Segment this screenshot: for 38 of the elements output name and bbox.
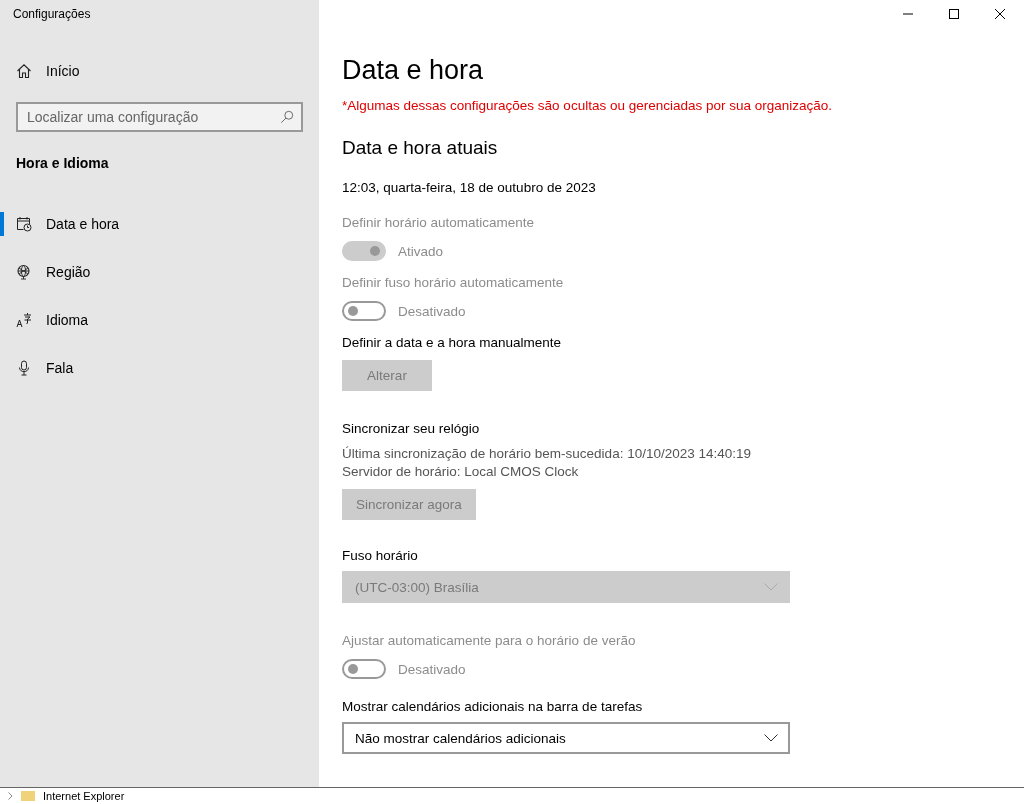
- close-icon[interactable]: [995, 9, 1005, 19]
- setting-label: Definir fuso horário automaticamente: [342, 275, 564, 290]
- info-text: Última sincronização de horário bem-sucedida: 10/10/2023 14:40:19: [342, 446, 751, 461]
- toggle-state: Desativado: [398, 661, 466, 677]
- section-title: Hora e Idioma: [16, 155, 109, 173]
- setting-label: Sincronizar seu relógio: [342, 421, 480, 436]
- toggle-state: Ativado: [398, 243, 444, 259]
- window-title: Configurações: [12, 6, 92, 23]
- nav-item[interactable]: Idioma: [0, 296, 319, 344]
- toggle-state: Desativado: [398, 303, 466, 319]
- nav-item[interactable]: Fala: [0, 344, 319, 392]
- current-date-time: 12:03, quarta-feira, 18 de outubro de 2023: [342, 180, 596, 195]
- section-heading: Data e hora atuais: [342, 137, 498, 159]
- setting-label: Mostrar calendários adicionais na barra de tarefas: [342, 699, 643, 714]
- chevron-down-icon: [764, 734, 778, 742]
- calendar-clock-icon: [16, 216, 32, 232]
- page-title: Data e hora: [342, 55, 484, 86]
- setting-label: Ajustar automaticamente para o horário de verão: [342, 633, 636, 648]
- home-link[interactable]: Início: [16, 61, 80, 81]
- search-icon: [280, 110, 294, 124]
- globe-icon: [16, 264, 32, 280]
- dropdown[interactable]: Não mostrar calendários adicionais: [342, 722, 790, 754]
- nav-item[interactable]: Data e hora: [0, 200, 319, 248]
- folder-icon: [21, 791, 35, 801]
- maximize-icon[interactable]: [949, 9, 959, 19]
- tree-item[interactable]: Internet Explorer: [43, 789, 125, 803]
- setting-label: Definir horário automaticamente: [342, 215, 535, 230]
- setting-label: Definir a data e a hora manualmente: [342, 335, 562, 350]
- setting-label: Fuso horário: [342, 548, 418, 563]
- search-field[interactable]: Localizar uma configuração: [16, 102, 303, 132]
- chevron-down-icon: [764, 583, 778, 591]
- microphone-icon: [16, 360, 32, 376]
- language-icon: [16, 312, 32, 328]
- home-icon: [16, 63, 32, 79]
- policy-notice: *Algumas dessas configurações são ocultas ou gerenciadas por sua organização.: [342, 98, 833, 113]
- nav-item[interactable]: Região: [0, 248, 319, 296]
- info-text: Servidor de horário: Local CMOS Clock: [342, 464, 579, 479]
- chevron-right-icon[interactable]: [8, 792, 13, 800]
